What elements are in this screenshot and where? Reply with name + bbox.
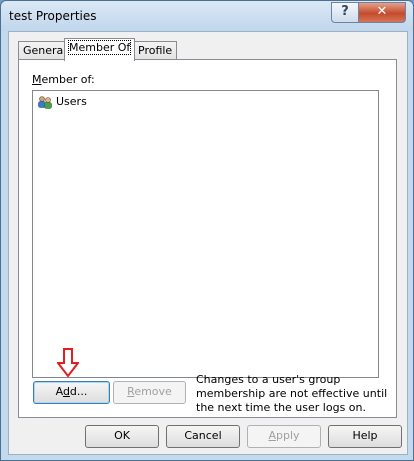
remove-button[interactable]: Remove <box>113 381 186 404</box>
dialog-client: General Member Of Profile Member of: Use… <box>8 31 408 455</box>
apply-label-accel: A <box>268 429 276 442</box>
tab-profile[interactable]: Profile <box>133 41 178 60</box>
cancel-button[interactable]: Cancel <box>166 425 240 448</box>
down-arrow-annotation-icon <box>57 348 79 378</box>
member-of-label-text: ember of: <box>41 73 95 86</box>
apply-button[interactable]: Apply <box>247 425 321 448</box>
tab-member-of[interactable]: Member Of <box>64 38 136 61</box>
add-button[interactable]: Add... <box>33 381 110 404</box>
help-titlebar-button[interactable]: ? <box>331 2 359 23</box>
add-label-accel: d <box>62 385 70 398</box>
groups-listbox[interactable]: Users <box>32 90 379 378</box>
window-title: test Properties <box>9 9 97 23</box>
list-item[interactable]: Users <box>37 94 87 110</box>
properties-window: test Properties ? ✕ General Member Of Pr… <box>0 0 414 461</box>
membership-note: Changes to a user's group membership are… <box>196 373 388 414</box>
list-item-label: Users <box>56 95 87 108</box>
member-of-panel: Member of: Users Add... Remove Changes t… <box>18 59 397 418</box>
member-of-label: Member of: <box>32 73 95 86</box>
add-label-pre: A <box>55 385 63 398</box>
title-bar[interactable]: test Properties ? ✕ <box>1 1 413 31</box>
apply-label-post: pply <box>276 429 300 442</box>
help-button[interactable]: Help <box>328 425 402 448</box>
tab-member-of-label: Member Of <box>67 40 132 55</box>
remove-label-post: emove <box>134 385 172 398</box>
close-button[interactable]: ✕ <box>358 2 406 23</box>
add-label-post: d... <box>69 385 88 398</box>
ok-button[interactable]: OK <box>85 425 159 448</box>
users-group-icon <box>38 96 52 109</box>
